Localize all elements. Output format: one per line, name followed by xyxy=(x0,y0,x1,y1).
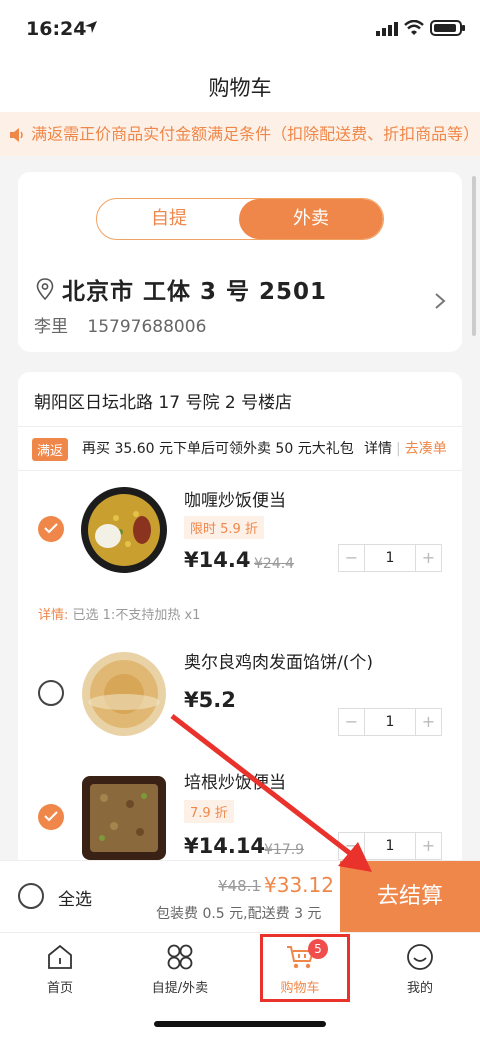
item-image xyxy=(80,774,168,862)
select-all-checkbox[interactable] xyxy=(18,883,44,909)
item-checkbox[interactable] xyxy=(38,516,64,542)
item-original-price: ¥17.9 xyxy=(264,842,305,858)
wifi-icon xyxy=(404,20,424,35)
item-checkbox[interactable] xyxy=(38,804,64,830)
decrease-button[interactable]: − xyxy=(339,833,365,859)
speaker-icon xyxy=(10,127,23,142)
home-icon xyxy=(48,944,72,969)
contact-info: 李里 15797688006 xyxy=(34,312,206,337)
item-original-price: ¥24.4 xyxy=(254,556,295,572)
item-name: 培根炒饭便当 xyxy=(184,773,286,793)
promo-text: 再买 35.60 元下单后可领外卖 50 元大礼包 xyxy=(82,441,354,457)
tab-profile[interactable]: 我的 xyxy=(370,943,470,996)
home-indicator xyxy=(154,1021,326,1027)
location-arrow-icon xyxy=(85,21,97,33)
fees-text: 包装费 0.5 元,配送费 3 元 xyxy=(156,906,322,922)
address-main[interactable]: 北京市 工体 3 号 2501 xyxy=(62,272,327,306)
promo-add-more-link[interactable]: 去凑单 xyxy=(405,441,447,457)
item-discount-tag: 7.9 折 xyxy=(184,800,234,823)
contact-phone: 15797688006 xyxy=(87,317,207,337)
decrease-button[interactable]: − xyxy=(339,709,365,735)
status-time: 16:24 xyxy=(26,18,87,40)
nav-bar: 购物车 xyxy=(0,56,480,112)
quantity-value[interactable]: 1 xyxy=(365,833,415,859)
decrease-button[interactable]: − xyxy=(339,545,365,571)
item-price: ¥5.2 xyxy=(184,688,236,712)
battery-icon xyxy=(430,20,465,36)
cart-tab-highlight xyxy=(260,934,350,1002)
quantity-stepper[interactable]: − 1 + xyxy=(338,832,442,860)
toggle-delivery[interactable]: 外卖 xyxy=(239,199,383,239)
status-bar: 16:24 xyxy=(0,0,480,56)
promo-detail-link[interactable]: 详情 xyxy=(364,441,392,457)
profile-icon xyxy=(407,944,433,970)
mode-toggle[interactable]: 自提 外卖 xyxy=(96,198,384,240)
delivery-card: 自提 外卖 北京市 工体 3 号 2501 李里 15797688006 xyxy=(18,172,462,352)
chevron-right-icon[interactable] xyxy=(434,292,446,310)
signal-icon xyxy=(376,22,398,36)
promo-badge: 满返 xyxy=(32,438,69,461)
item-discount-tag: 限时 5.9 折 xyxy=(184,516,264,539)
divider xyxy=(18,470,462,471)
checkout-bar: 全选 ¥48.1 ¥33.12 包装费 0.5 元,配送费 3 元 去结算 xyxy=(0,860,480,933)
item-name: 咖喱炒饭便当 xyxy=(184,491,286,511)
tab-pickup-delivery[interactable]: 自提/外卖 xyxy=(130,943,230,996)
tab-label: 自提/外卖 xyxy=(151,981,209,996)
toggle-pickup[interactable]: 自提 xyxy=(97,199,241,239)
item-name: 奥尔良鸡肉发面馅饼/(个) xyxy=(184,653,373,673)
contact-name: 李里 xyxy=(34,317,68,337)
increase-button[interactable]: + xyxy=(415,833,441,859)
notice-text: 满返需正价商品实付金额满足条件（扣除配送费、折扣商品等） xyxy=(31,124,480,144)
item-price: ¥14.14 xyxy=(184,834,266,858)
store-name: 朝阳区日坛北路 17 号院 2 号楼店 xyxy=(34,393,293,413)
item-price: ¥14.4 xyxy=(184,548,251,572)
select-all-label[interactable]: 全选 xyxy=(58,885,92,910)
total-price: ¥33.12 xyxy=(264,873,334,897)
original-total: ¥48.1 xyxy=(218,877,261,895)
item-checkbox[interactable] xyxy=(38,680,64,706)
quantity-value[interactable]: 1 xyxy=(365,709,415,735)
quantity-stepper[interactable]: − 1 + xyxy=(338,544,442,572)
promo-actions: 详情 | 去凑单 xyxy=(364,441,447,457)
detail-label: 详情: xyxy=(38,608,69,623)
tab-home[interactable]: 首页 xyxy=(10,943,110,996)
page-title: 购物车 xyxy=(208,76,272,100)
detail-text: 已选 1:不支持加热 x1 xyxy=(72,608,201,623)
notice-banner: 满返需正价商品实付金额满足条件（扣除配送费、折扣商品等） xyxy=(0,112,480,156)
item-image xyxy=(80,486,168,574)
increase-button[interactable]: + xyxy=(415,545,441,571)
scrollbar[interactable] xyxy=(472,176,476,336)
item-option-detail: 详情: 已选 1:不支持加热 x1 xyxy=(38,604,200,623)
increase-button[interactable]: + xyxy=(415,709,441,735)
store-card: 朝阳区日坛北路 17 号院 2 号楼店 满返 再买 35.60 元下单后可领外卖… xyxy=(18,372,462,932)
tab-label: 首页 xyxy=(46,981,73,996)
location-pin-icon xyxy=(36,278,54,300)
item-image xyxy=(80,650,168,738)
checkout-button[interactable]: 去结算 xyxy=(340,861,480,933)
quantity-value[interactable]: 1 xyxy=(365,545,415,571)
tab-label: 我的 xyxy=(406,981,433,996)
quantity-stepper[interactable]: − 1 + xyxy=(338,708,442,736)
grid-icon xyxy=(167,944,193,970)
divider xyxy=(18,426,462,427)
